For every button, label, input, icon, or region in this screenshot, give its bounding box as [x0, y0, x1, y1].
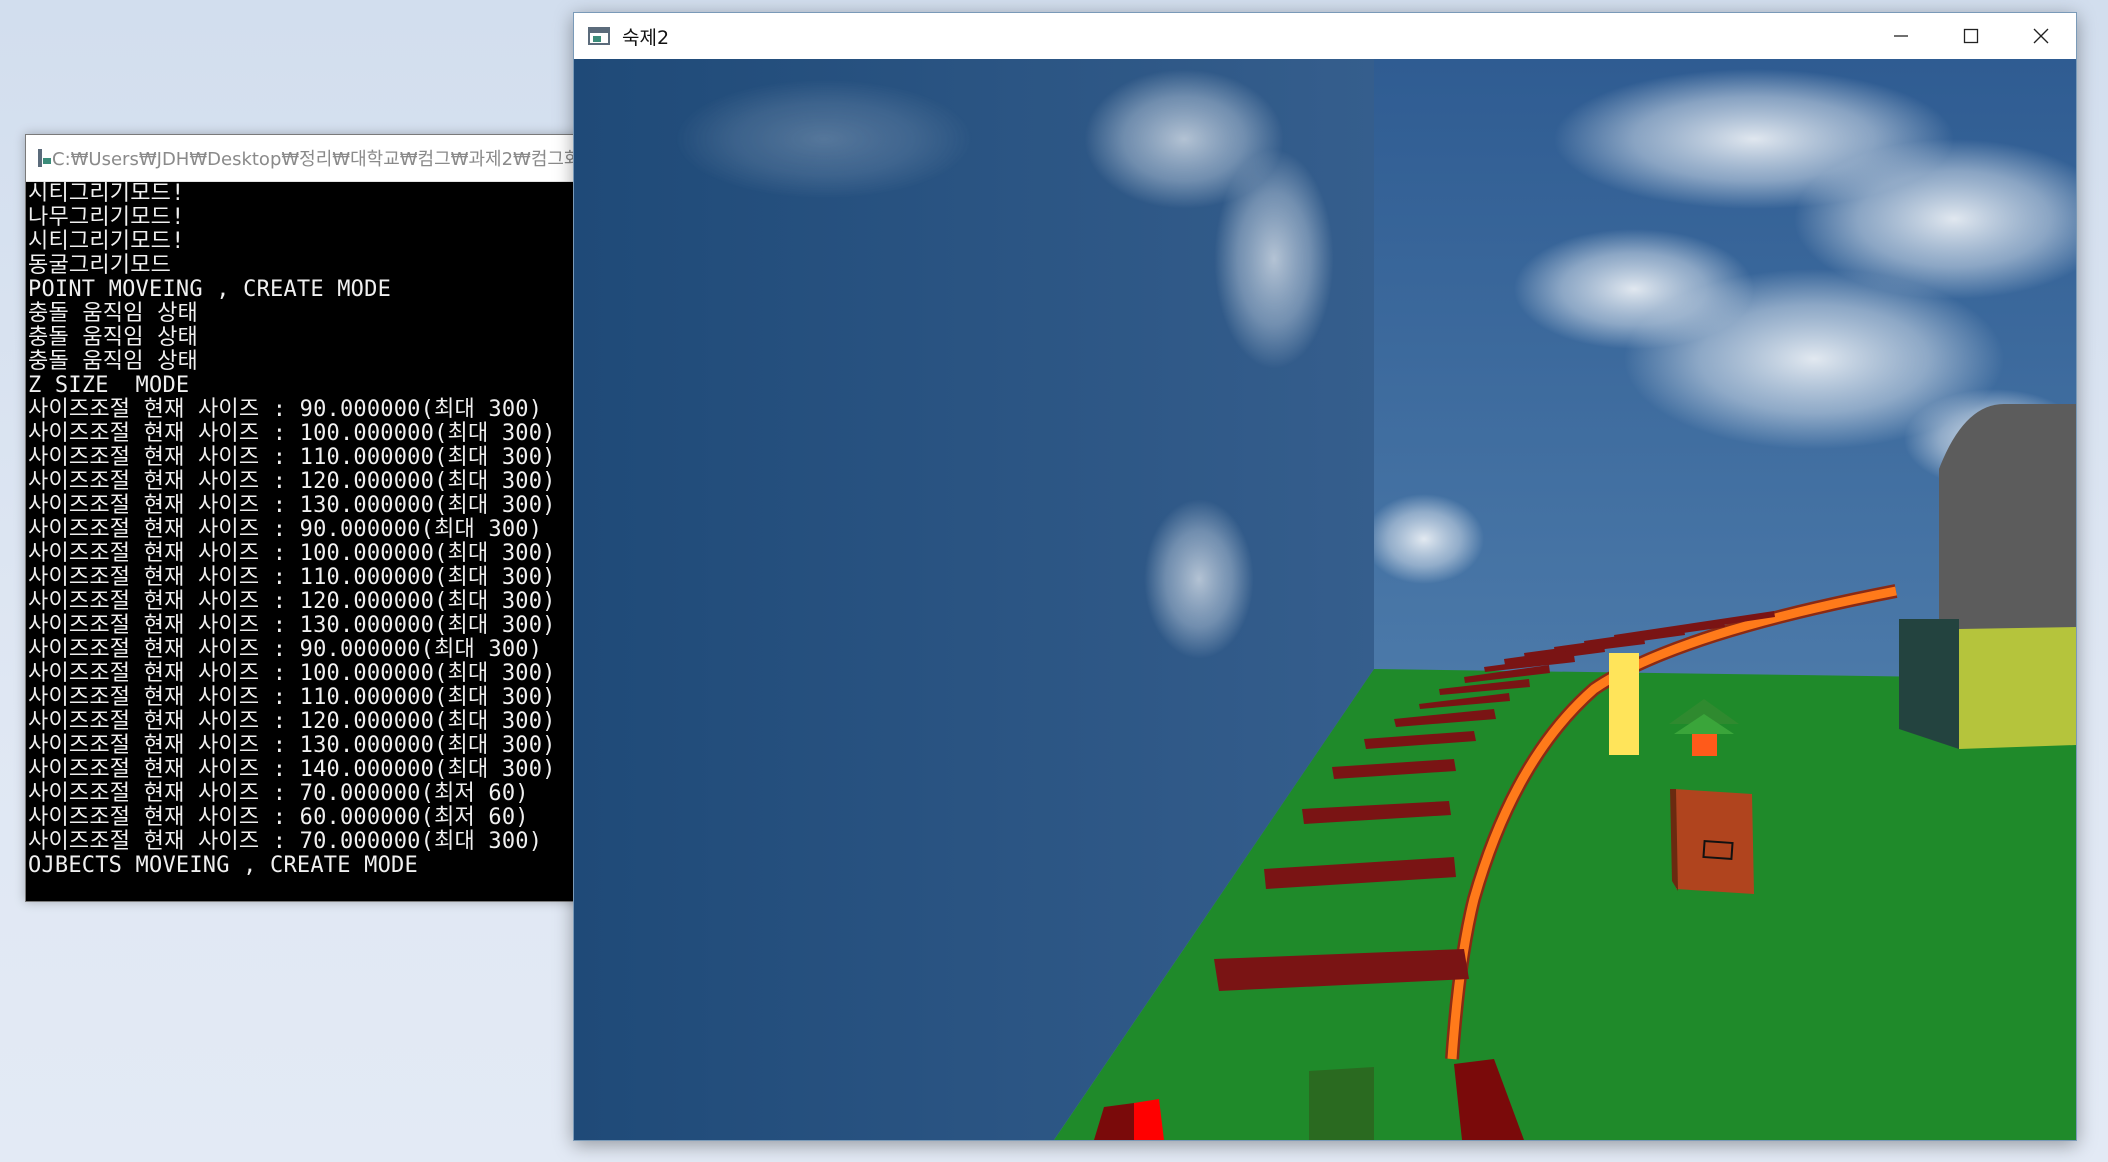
console-line: 사이즈조절 현재 사이즈 : 90.000000(최대 300) [28, 637, 543, 662]
console-line: 사이즈조절 현재 사이즈 : 130.000000(최대 300) [28, 613, 556, 638]
minimize-button[interactable] [1866, 13, 1936, 59]
console-line: 사이즈조절 현재 사이즈 : 100.000000(최대 300) [28, 541, 556, 566]
opengl-window-title: 숙제2 [622, 26, 670, 49]
console-line: 사이즈조절 현재 사이즈 : 120.000000(최대 300) [28, 589, 556, 614]
console-line: 사이즈조절 현재 사이즈 : 70.000000(최대 300) [28, 829, 543, 854]
console-line: 사이즈조절 현재 사이즈 : 100.000000(최대 300) [28, 661, 556, 686]
console-window[interactable]: C:₩Users₩JDH₩Desktop₩정리₩대학교₩컴그₩과제2₩컴그화일 … [25, 134, 587, 902]
console-line: 사이즈조절 현재 사이즈 : 90.000000(최대 300) [28, 397, 543, 422]
console-titlebar[interactable]: C:₩Users₩JDH₩Desktop₩정리₩대학교₩컴그₩과제2₩컴그화일 [26, 135, 586, 182]
console-title: C:₩Users₩JDH₩Desktop₩정리₩대학교₩컴그₩과제2₩컴그화일 [52, 149, 586, 170]
console-line: 사이즈조절 현재 사이즈 : 90.000000(최대 300) [28, 517, 543, 542]
maximize-button[interactable] [1936, 13, 2006, 59]
console-line: 사이즈조절 현재 사이즈 : 120.000000(최대 300) [28, 709, 556, 734]
caption-buttons [1866, 13, 2076, 59]
console-line: 사이즈조절 현재 사이즈 : 130.000000(최대 300) [28, 493, 556, 518]
console-line: 시티그리기모드! [28, 229, 185, 254]
console-line: 동굴그리기모드 [28, 253, 172, 278]
minimize-icon [1894, 35, 1908, 37]
console-line: 충돌 움직임 상태 [28, 349, 198, 374]
console-line: 사이즈조절 현재 사이즈 : 110.000000(최대 300) [28, 445, 556, 470]
console-line: 사이즈조절 현재 사이즈 : 130.000000(최대 300) [28, 733, 556, 758]
opengl-titlebar[interactable]: 숙제2 [574, 13, 2076, 59]
opengl-window[interactable]: 숙제2 [573, 12, 2077, 1141]
close-button[interactable] [2006, 13, 2076, 59]
brown-box [1670, 789, 1754, 894]
console-line: 사이즈조절 현재 사이즈 : 110.000000(최대 300) [28, 685, 556, 710]
close-icon [2033, 28, 2049, 44]
scene-3d [574, 59, 2076, 1140]
console-line: 사이즈조절 현재 사이즈 : 100.000000(최대 300) [28, 421, 556, 446]
console-output: 시티그리기모드! 나무그리기모드! 시티그리기모드! 동굴그리기모드 POINT MOV… [26, 182, 586, 901]
console-window-icon [38, 149, 51, 167]
console-line: 사이즈조절 현재 사이즈 : 120.000000(최대 300) [28, 469, 556, 494]
opengl-viewport[interactable] [574, 59, 2076, 1140]
console-line: 사이즈조절 현재 사이즈 : 70.000000(최저 60) [28, 781, 529, 806]
console-line: 충돌 움직임 상태 [28, 325, 198, 350]
maximize-icon [1963, 28, 1979, 44]
console-line: 충돌 움직임 상태 [28, 301, 198, 326]
console-line: Z SIZE MODE [28, 373, 190, 398]
console-line: 시티그리기모드! [28, 181, 185, 206]
console-line: OJBECTS MOVEING , CREATE MODE [28, 853, 418, 878]
app-window-icon [588, 27, 610, 45]
console-line: 사이즈조절 현재 사이즈 : 110.000000(최대 300) [28, 565, 556, 590]
console-line: POINT MOVEING , CREATE MODE [28, 277, 392, 302]
console-line: 사이즈조절 현재 사이즈 : 140.000000(최대 300) [28, 757, 556, 782]
console-line: 사이즈조절 현재 사이즈 : 60.000000(최저 60) [28, 805, 529, 830]
yellow-pillar [1609, 653, 1639, 755]
console-line: 나무그리기모드! [28, 205, 185, 230]
